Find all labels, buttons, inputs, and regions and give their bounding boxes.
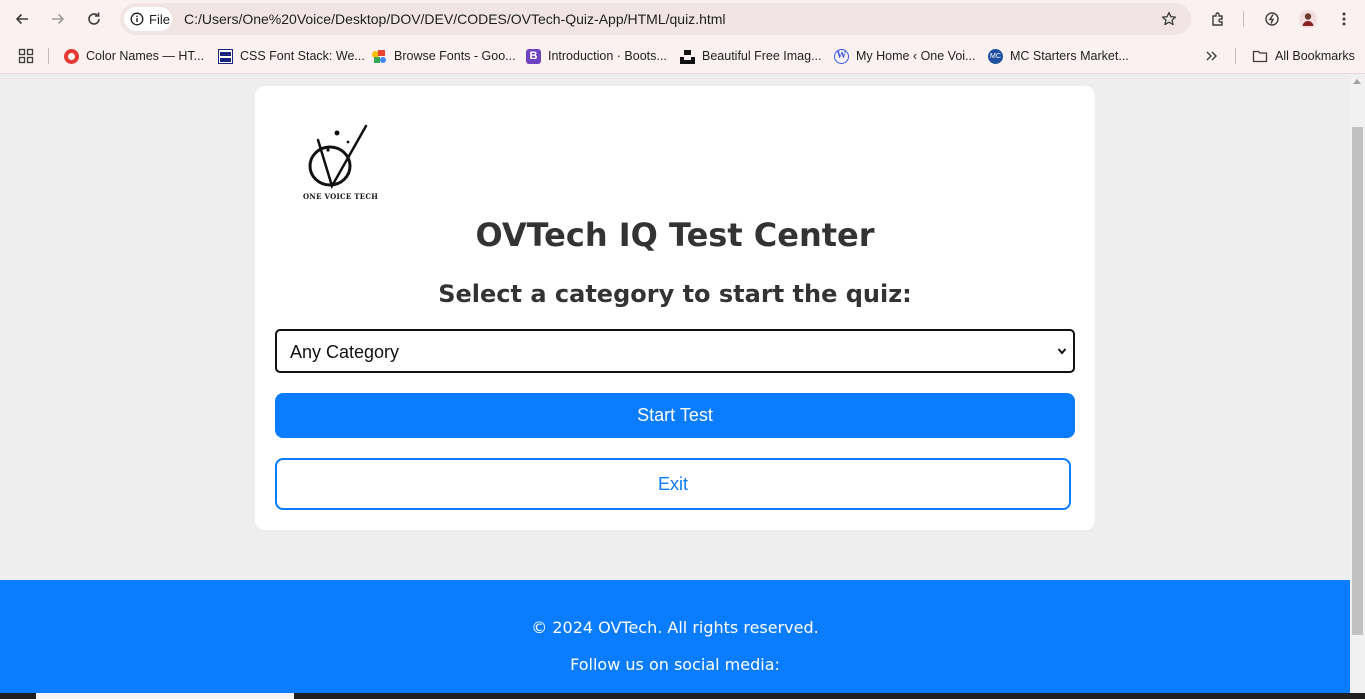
category-select[interactable]: Any Category bbox=[275, 329, 1075, 373]
apps-button[interactable] bbox=[18, 47, 34, 65]
bookmarks-divider bbox=[1235, 48, 1236, 64]
kebab-menu-icon bbox=[1342, 12, 1346, 26]
avatar bbox=[1299, 10, 1317, 28]
vertical-scrollbar[interactable] bbox=[1350, 75, 1365, 699]
bookmarks-divider bbox=[48, 48, 49, 64]
taskbar-active-item[interactable] bbox=[36, 693, 294, 699]
reload-button[interactable] bbox=[82, 7, 106, 31]
extensions-button[interactable] bbox=[1206, 7, 1230, 31]
bookmark-label: My Home ‹ One Voi... bbox=[856, 49, 976, 63]
info-icon bbox=[130, 12, 144, 26]
page-viewport: ONE VOICE TECH OVTech IQ Test Center Sel… bbox=[0, 75, 1350, 699]
wordpress-icon: W bbox=[834, 48, 849, 64]
chevron-down-icon bbox=[1057, 348, 1067, 355]
forward-button[interactable] bbox=[46, 7, 70, 31]
all-bookmarks-button[interactable]: All Bookmarks bbox=[1252, 47, 1355, 65]
mc-icon: MC bbox=[988, 48, 1003, 64]
performance-button[interactable] bbox=[1260, 7, 1284, 31]
cssfontstack-icon bbox=[218, 48, 233, 64]
bookmark-label: Beautiful Free Imag... bbox=[702, 49, 822, 63]
red-circle-icon bbox=[64, 48, 79, 64]
more-bookmarks-button[interactable] bbox=[1204, 47, 1218, 65]
footer-copyright: © 2024 OVTech. All rights reserved. bbox=[531, 618, 819, 637]
bookmark-label: MC Starters Market... bbox=[1010, 49, 1129, 63]
category-select-value: Any Category bbox=[290, 342, 400, 362]
bookmark-item[interactable]: W My Home ‹ One Voi... bbox=[834, 47, 975, 65]
scrollbar-thumb[interactable] bbox=[1352, 127, 1363, 635]
all-bookmarks-label: All Bookmarks bbox=[1275, 49, 1355, 63]
bookmark-item[interactable]: CSS Font Stack: We... bbox=[218, 47, 365, 65]
bookmark-item[interactable]: MC MC Starters Market... bbox=[988, 47, 1129, 65]
profile-button[interactable] bbox=[1296, 7, 1320, 31]
performance-icon bbox=[1265, 12, 1279, 26]
bookmarks-bar: Color Names — HT... CSS Font Stack: We..… bbox=[0, 38, 1365, 74]
exit-label: Exit bbox=[657, 474, 688, 494]
chip-label: File bbox=[149, 11, 170, 27]
bootstrap-icon: B bbox=[526, 48, 541, 64]
google-fonts-icon bbox=[372, 49, 387, 64]
exit-button[interactable]: Exit bbox=[275, 458, 1071, 510]
double-chevron-right-icon bbox=[1206, 51, 1217, 61]
bookmark-item[interactable]: Beautiful Free Imag... bbox=[680, 47, 822, 65]
os-taskbar bbox=[0, 693, 1365, 699]
bookmark-item[interactable]: Color Names — HT... bbox=[64, 47, 204, 65]
scroll-up-arrow-icon[interactable] bbox=[1353, 79, 1361, 84]
bookmark-label: Introduction · Boots... bbox=[548, 49, 667, 63]
puzzle-icon bbox=[1212, 12, 1223, 26]
menu-button[interactable] bbox=[1332, 7, 1356, 31]
ovtech-logo bbox=[308, 124, 368, 190]
bookmark-item[interactable]: Browse Fonts - Goo... bbox=[372, 47, 516, 65]
footer-follow-text: Follow us on social media: bbox=[570, 655, 780, 674]
bookmark-label: Browse Fonts - Goo... bbox=[394, 49, 516, 63]
page-subtitle: Select a category to start the quiz: bbox=[438, 280, 912, 308]
bookmark-item[interactable]: B Introduction · Boots... bbox=[526, 47, 667, 65]
bookmark-star-icon[interactable] bbox=[1161, 11, 1177, 27]
apps-grid-icon bbox=[18, 48, 34, 64]
page-footer: © 2024 OVTech. All rights reserved. Foll… bbox=[0, 580, 1350, 699]
bookmark-label: Color Names — HT... bbox=[86, 49, 205, 63]
back-button[interactable] bbox=[10, 7, 34, 31]
forward-arrow-icon bbox=[52, 13, 65, 25]
reload-icon bbox=[88, 12, 100, 25]
start-test-button[interactable]: Start Test bbox=[275, 393, 1075, 438]
quiz-card: ONE VOICE TECH OVTech IQ Test Center Sel… bbox=[255, 86, 1095, 530]
bookmark-label: CSS Font Stack: We... bbox=[240, 49, 365, 63]
browser-toolbar: File C:/Users/One%20Voice/Desktop/DOV/DE… bbox=[0, 0, 1365, 38]
start-test-label: Start Test bbox=[637, 405, 713, 425]
page-title: OVTech IQ Test Center bbox=[475, 216, 875, 254]
logo-text: ONE VOICE TECH bbox=[303, 192, 379, 201]
url-text[interactable]: C:/Users/One%20Voice/Desktop/DOV/DEV/COD… bbox=[184, 11, 726, 27]
site-info-chip[interactable]: File bbox=[124, 7, 172, 31]
toolbar-divider bbox=[1243, 11, 1244, 27]
folder-icon bbox=[1252, 50, 1268, 63]
back-arrow-icon bbox=[15, 13, 28, 25]
unsplash-icon bbox=[680, 49, 695, 64]
address-bar[interactable]: File C:/Users/One%20Voice/Desktop/DOV/DE… bbox=[120, 3, 1191, 35]
